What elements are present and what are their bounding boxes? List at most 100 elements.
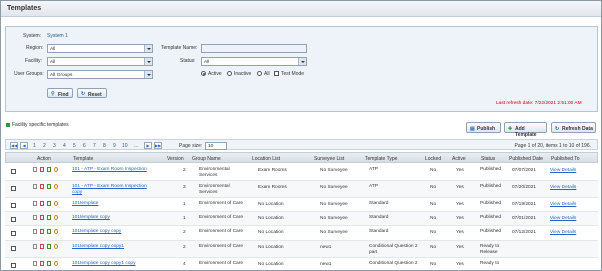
edit-icon[interactable] [47,184,51,189]
region-select[interactable]: All [47,44,153,53]
table-row: 101 - ATP - Exam Room Inspection 2 Environ… [5,164,598,181]
page-link-3[interactable]: 3 [53,143,56,149]
template-name-input[interactable] [201,44,307,53]
view-details-link[interactable]: View Details [550,216,576,222]
page-link-8[interactable]: 8 [103,143,106,149]
row-checkbox[interactable] [11,217,16,222]
add-template-button[interactable]: ✚ Add Template [504,122,547,138]
template-link[interactable]: 101template copy copy1 [72,244,124,250]
page-link-7[interactable]: 7 [93,143,96,149]
edit-icon[interactable] [47,261,51,266]
template-type-cell: Standard [369,215,389,220]
col-template-type[interactable]: Template Type [365,156,397,162]
delete-icon[interactable] [40,229,44,234]
inactive-radio[interactable] [227,71,232,76]
template-link[interactable]: 101template [72,201,98,207]
publish-button[interactable]: ▤ Publish [466,122,501,133]
view-icon[interactable] [33,201,37,206]
history-icon[interactable] [54,261,58,266]
page-link-6[interactable]: 6 [83,143,86,149]
template-link[interactable]: 101 - ATP - Exam Room Inspection [72,184,147,190]
delete-icon[interactable] [40,201,44,206]
template-link[interactable]: 101template copy copy [72,229,121,235]
col-version[interactable]: Version [167,156,184,162]
refresh-icon: ↻ [81,91,86,97]
find-button-label: Find [58,91,69,98]
active-radio[interactable] [201,71,206,76]
view-details-link[interactable]: View Details [550,230,576,236]
history-icon[interactable] [54,215,58,220]
page-link-more[interactable]: ... [134,143,138,149]
row-checkbox[interactable] [11,263,16,268]
view-icon[interactable] [33,261,37,266]
facility-select[interactable]: All [47,57,153,66]
locked-cell: No [430,185,437,190]
col-group-name[interactable]: Group Name [192,156,221,162]
find-button[interactable]: ⚲ Find [47,88,73,98]
location-cell: No Location [258,262,284,267]
delete-icon[interactable] [40,244,44,249]
first-page-icon[interactable]: ◀◀ [10,141,18,149]
template-link[interactable]: 101template copy copy1 copy [72,261,135,267]
page-link-9[interactable]: 9 [113,143,116,149]
delete-icon[interactable] [40,261,44,266]
edit-icon[interactable] [47,244,51,249]
page-link-4[interactable]: 4 [63,143,66,149]
page-link-5[interactable]: 5 [73,143,76,149]
col-status[interactable]: Status [481,156,495,162]
delete-icon[interactable] [40,215,44,220]
page-link-10[interactable]: 10 [122,143,128,149]
template-link-line2[interactable]: copy [72,190,82,196]
history-icon[interactable] [54,167,58,172]
delete-icon[interactable] [40,184,44,189]
row-checkbox[interactable] [11,203,16,208]
view-icon[interactable] [33,184,37,189]
row-checkbox[interactable] [11,246,16,251]
reset-button[interactable]: ↻ Reset [77,88,107,98]
page-link-1[interactable]: 1 [33,143,36,149]
page-size-select[interactable]: 10 [205,141,227,150]
delete-icon[interactable] [40,167,44,172]
next-page-icon[interactable]: ▶ [144,141,152,149]
template-link[interactable]: 101 - ATP - Exam Room Inspection [72,167,147,173]
history-icon[interactable] [54,201,58,206]
view-details-link[interactable]: View Details [550,202,576,208]
refresh-data-button[interactable]: ↻ Refresh Data [551,122,596,133]
history-icon[interactable] [54,244,58,249]
test-mode-checkbox[interactable] [274,71,279,76]
active-cell: Yes [456,230,464,235]
version-cell: 4 [183,262,186,267]
col-published-to[interactable]: Published To [551,156,580,162]
all-radio[interactable] [257,71,262,76]
status-select[interactable]: All [201,57,307,66]
status-cell-line2: Release [480,250,498,255]
history-icon[interactable] [54,184,58,189]
template-link[interactable]: 101template copy [72,215,110,221]
group-name-cell-line2: Services [199,173,218,178]
edit-icon[interactable] [47,229,51,234]
view-icon[interactable] [33,229,37,234]
user-groups-select[interactable]: All Groups [47,70,153,79]
view-details-link[interactable]: View Details [550,185,576,191]
edit-icon[interactable] [47,215,51,220]
col-template[interactable]: Template [73,156,93,162]
view-icon[interactable] [33,244,37,249]
edit-icon[interactable] [47,201,51,206]
row-checkbox[interactable] [11,169,16,174]
system-label: System: [23,33,42,39]
last-page-icon[interactable]: ▶▶ [154,141,162,149]
col-published-date[interactable]: Published Date [509,156,543,162]
view-icon[interactable] [33,167,37,172]
edit-icon[interactable] [47,167,51,172]
col-surveyee-list[interactable]: Surveyee List [314,156,344,162]
row-checkbox[interactable] [11,186,16,191]
page-link-2[interactable]: 2 [43,143,46,149]
view-details-link[interactable]: View Details [550,168,576,174]
col-active[interactable]: Active [452,156,466,162]
prev-page-icon[interactable]: ◀ [20,141,28,149]
col-locked[interactable]: Locked [425,156,441,162]
row-checkbox[interactable] [11,231,16,236]
col-location-list[interactable]: Location List [252,156,280,162]
view-icon[interactable] [33,215,37,220]
history-icon[interactable] [54,229,58,234]
